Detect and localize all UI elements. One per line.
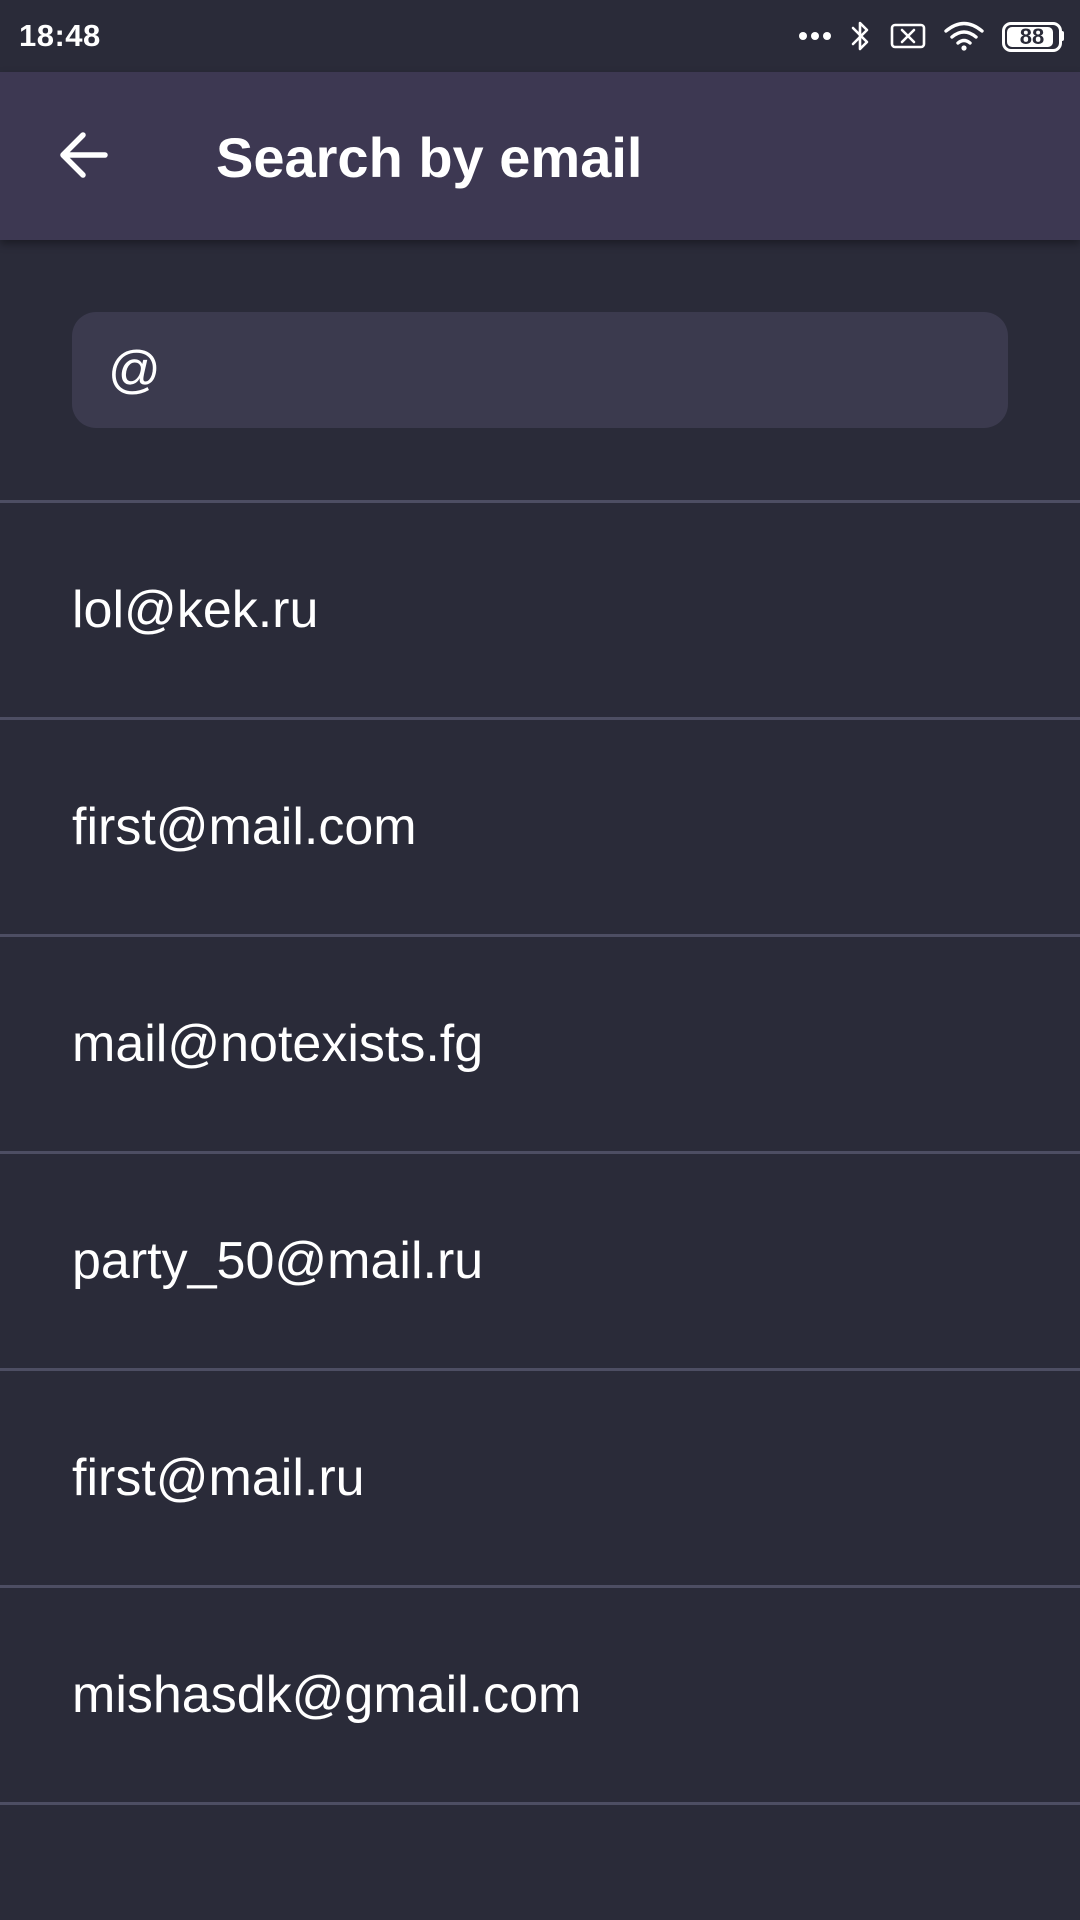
battery-level: 88 <box>1019 24 1045 49</box>
list-item[interactable]: first@mail.com <box>0 720 1080 934</box>
list-item-email: mishasdk@gmail.com <box>72 1666 582 1724</box>
list-item-email: lol@kek.ru <box>72 581 319 639</box>
wifi-icon <box>944 21 984 51</box>
page-title: Search by email <box>216 126 643 189</box>
more-dots-icon <box>798 30 832 42</box>
back-button[interactable] <box>40 114 126 200</box>
arrow-back-icon <box>57 129 109 186</box>
bluetooth-icon <box>850 19 872 53</box>
list-item[interactable]: lol@kek.ru <box>0 503 1080 717</box>
list-item-email: party_50@mail.ru <box>72 1232 484 1290</box>
list-item-email: mail@notexists.fg <box>72 1015 484 1073</box>
search-box[interactable] <box>72 312 1008 428</box>
status-icons: 88 <box>798 14 1064 58</box>
list-item[interactable]: first@mail.ru <box>0 1371 1080 1585</box>
list-item[interactable]: mishasdk@gmail.com <box>0 1588 1080 1802</box>
app-bar: Search by email <box>0 72 1080 240</box>
list-item-email: first@mail.com <box>72 798 417 856</box>
list-item[interactable]: party_50@mail.ru <box>0 1154 1080 1368</box>
battery-icon: 88 <box>1002 22 1064 52</box>
status-time: 18:48 <box>19 18 101 53</box>
search-input[interactable] <box>108 312 968 428</box>
list-item-email: first@mail.ru <box>72 1449 365 1507</box>
no-sim-icon <box>890 21 926 51</box>
list-item[interactable]: mail@notexists.fg <box>0 937 1080 1151</box>
divider <box>0 1802 1080 1805</box>
results-list: lol@kek.ru first@mail.com mail@notexists… <box>0 500 1080 1805</box>
status-bar: 18:48 88 <box>0 0 1080 72</box>
